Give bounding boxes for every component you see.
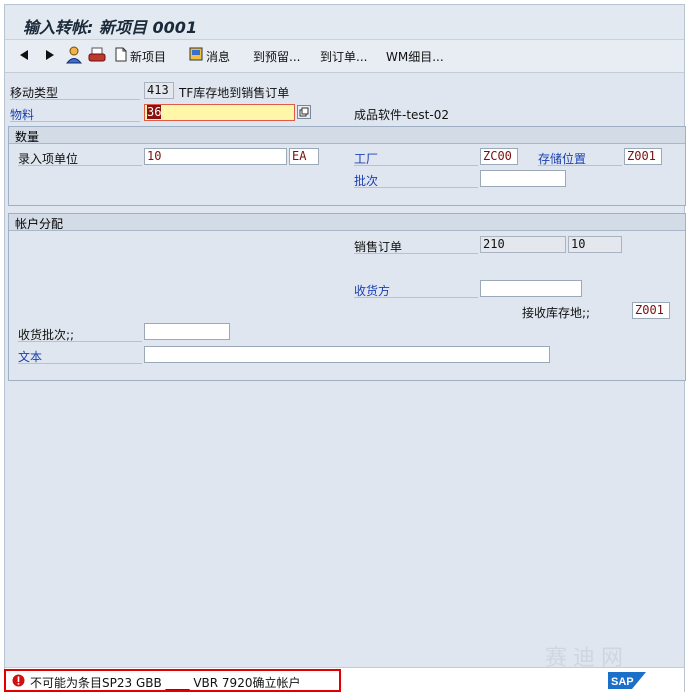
batch-input[interactable] [480, 170, 566, 187]
label-underline [18, 165, 142, 166]
messages-label: 消息 [206, 50, 231, 64]
label-underline [18, 341, 142, 342]
quantity-group-header: 数量 [9, 127, 685, 144]
error-icon [12, 674, 25, 687]
receiving-batch-input[interactable] [144, 323, 230, 340]
label-underline [354, 187, 478, 188]
recipient-input[interactable] [480, 280, 582, 297]
movement-type-field: 413 [144, 82, 174, 99]
status-message-box[interactable]: 不可能为条目SP23 GBB ____ VBR 7920确立帐户 [4, 669, 341, 692]
svg-text:SAP: SAP [611, 676, 634, 688]
new-item-button[interactable]: 新项目 [115, 46, 177, 66]
messages-icon [189, 47, 203, 61]
to-reservation-button[interactable]: 到预留... [253, 48, 300, 65]
title-bar: 输入转帐: 新项目 0001 [5, 5, 684, 40]
new-item-label: 新项目 [130, 50, 167, 64]
account-group-title: 帐户分配 [15, 217, 64, 231]
label-underline [354, 165, 478, 166]
possible-entries-icon[interactable] [297, 105, 311, 119]
account-group-header: 帐户分配 [9, 214, 685, 231]
material-description: 成品软件-test-02 [354, 108, 449, 122]
quantity-group-title: 数量 [15, 130, 40, 144]
to-order-button[interactable]: 到订单... [320, 48, 367, 65]
next-arrow-icon[interactable] [45, 49, 55, 61]
status-message-text: 不可能为条目SP23 GBB ____ VBR 7920确立帐户 [30, 676, 301, 690]
sales-order-item-field: 10 [568, 236, 622, 253]
sap-logo-icon: SAP [608, 672, 646, 689]
printer-icon[interactable] [88, 46, 106, 64]
label-underline [18, 363, 142, 364]
window-title: 输入转帐: 新项目 0001 [23, 18, 198, 37]
receiving-storage-location-input[interactable]: Z001 [632, 302, 670, 319]
movement-type-text: TF库存地到销售订单 [179, 86, 290, 100]
receiving-storage-location-label: 接收库存地;; [522, 306, 591, 320]
wm-detail-button[interactable]: WM细目... [386, 48, 444, 65]
plant-input[interactable]: ZC00 [480, 148, 518, 165]
previous-arrow-icon[interactable] [19, 49, 29, 61]
unit-input[interactable]: EA [289, 148, 319, 165]
label-underline [538, 165, 622, 166]
material-value: 36 [147, 105, 162, 119]
new-document-icon [115, 47, 127, 62]
material-input[interactable]: 36 [144, 104, 295, 121]
label-underline [354, 253, 478, 254]
messages-button[interactable]: 消息 [189, 46, 239, 66]
person-icon[interactable] [65, 46, 83, 64]
quantity-input[interactable]: 10 [144, 148, 287, 165]
label-underline [10, 121, 140, 122]
text-input[interactable] [144, 346, 550, 363]
sales-order-field: 210 [480, 236, 566, 253]
label-underline [10, 99, 140, 100]
application-toolbar: 新项目 消息 到预留... 到订单... WM细目... [5, 40, 684, 73]
label-underline [354, 297, 478, 298]
storage-location-input[interactable]: Z001 [624, 148, 662, 165]
